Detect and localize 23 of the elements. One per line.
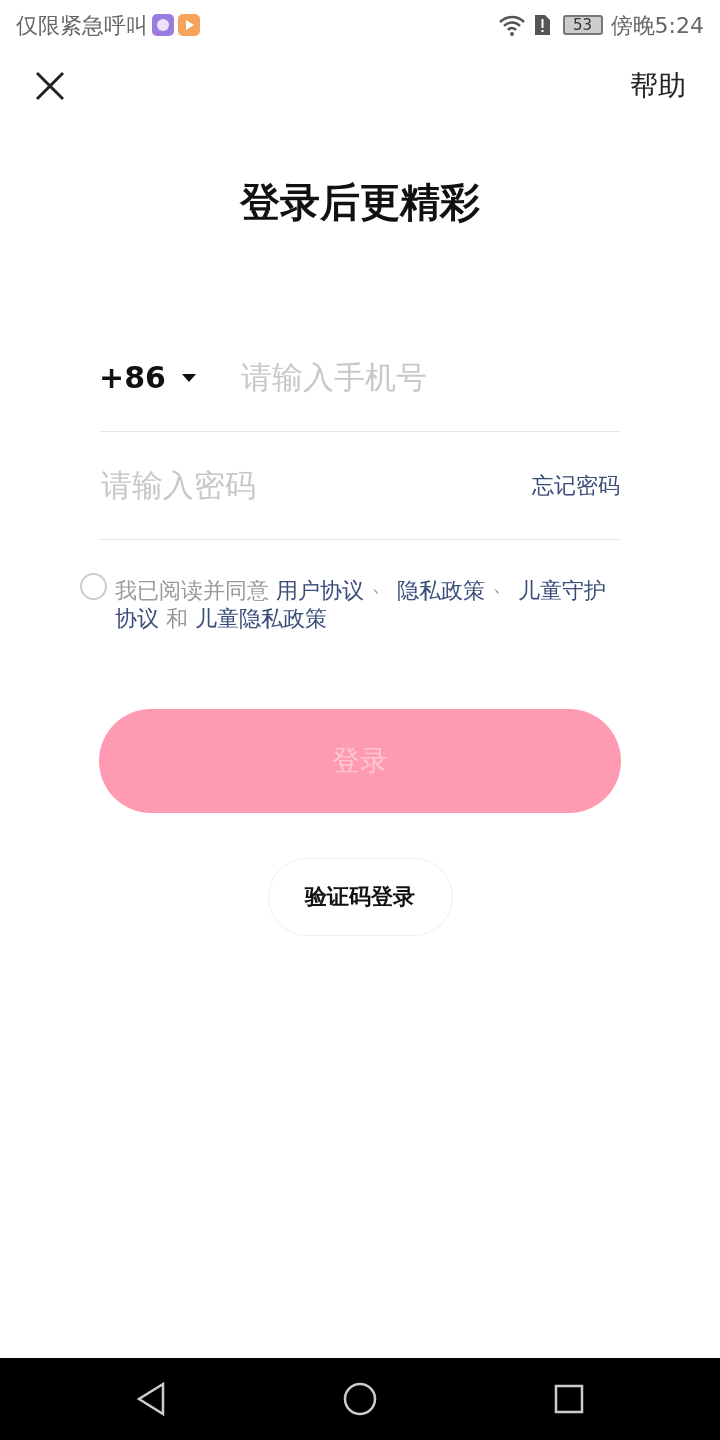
agreement-link[interactable]: 儿童守护 [518,577,606,603]
back-icon[interactable] [136,1382,167,1416]
wifi-icon [497,14,526,36]
agree-checkbox[interactable] [80,573,107,600]
play-icon [178,14,200,36]
agreement-link[interactable]: 协议 [115,605,159,631]
clock: 傍晚5:24 [610,11,704,40]
home-icon[interactable] [343,1382,377,1416]
country-code-dropdown[interactable]: +86 [99,355,239,400]
agreement-link[interactable]: 用户协议 [276,577,364,603]
page-title: 登录后更精彩 [239,178,481,227]
sim-alert-icon [533,14,551,36]
agreement-link[interactable]: 儿童隐私政策 [195,605,327,631]
forgot-password-link[interactable]: 忘记密码 [532,469,620,502]
sms-login-button[interactable]: 验证码登录 [267,857,453,936]
battery-icon: 53 [562,15,603,35]
status-text: 仅限紧急呼叫 [16,11,148,40]
caret-icon [181,373,196,382]
agreement-link[interactable]: 隐私政策 [397,577,485,603]
recents-icon[interactable] [553,1384,584,1414]
app-icon [152,14,174,36]
close-button[interactable] [34,70,66,102]
help-link[interactable]: 帮助 [630,65,686,107]
